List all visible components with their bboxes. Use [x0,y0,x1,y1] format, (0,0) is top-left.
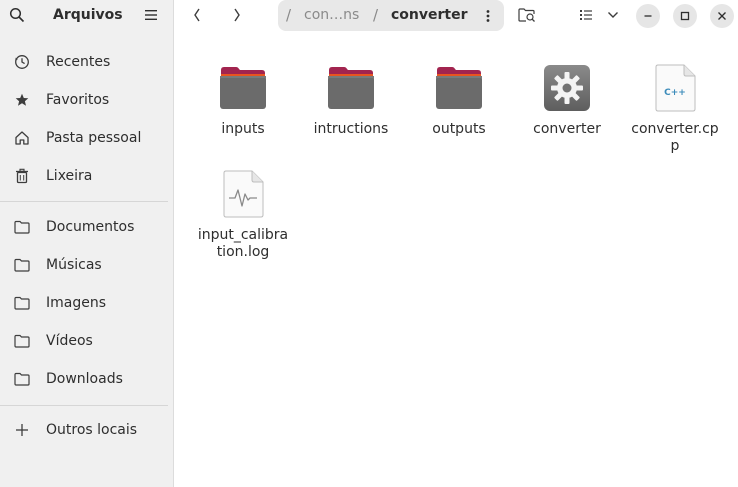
home-icon [14,130,30,146]
file-item-executable[interactable]: converter [519,62,615,138]
path-root-separator: / [286,6,292,24]
file-item-folder[interactable]: outputs [411,62,507,138]
sidebar-item-pasta-pessoal[interactable]: Pasta pessoal [6,121,168,155]
view-options-button[interactable] [604,3,622,27]
app-title: Arquivos [53,7,123,23]
clock-icon [14,54,30,70]
folder-icon [14,371,30,387]
list-view-button[interactable] [576,3,596,27]
sidebar-item-documentos[interactable]: Documentos [6,210,168,244]
chevron-right-icon [234,8,240,22]
maximize-icon [680,11,690,21]
sidebar-item-label: Documentos [46,219,135,235]
back-button[interactable] [186,3,208,27]
file-view: inputs intructions outputs converter C++… [174,32,738,487]
sidebar-item-favoritos[interactable]: Favoritos [6,83,168,117]
star-icon [14,92,30,108]
search-button[interactable] [6,4,28,26]
sidebar-item-label: Downloads [46,371,123,387]
maximize-button[interactable] [673,4,697,28]
sidebar-divider [0,201,168,202]
hamburger-icon [145,10,157,20]
minimize-icon [644,15,652,17]
file-name: converter.cpp [631,121,719,154]
forward-button[interactable] [226,3,248,27]
sidebar: Arquivos Recentes Favoritos Pasta pessoa… [0,0,174,487]
sidebar-item-label: Lixeira [46,168,93,184]
sidebar-item-videos[interactable]: Vídeos [6,324,168,358]
path-segment-parent[interactable]: con…ns [304,7,359,23]
close-icon [718,12,726,20]
file-name: converter [533,121,601,137]
file-item-cpp-source[interactable]: C++ converter.cpp [627,62,723,155]
folder-icon [14,333,30,349]
log-file-icon [217,168,269,220]
folder-icon [14,219,30,235]
sidebar-divider [0,405,168,406]
sidebar-item-label: Recentes [46,54,111,70]
sidebar-item-label: Imagens [46,295,107,311]
file-item-folder[interactable]: intructions [303,62,399,138]
file-name: intructions [313,121,389,137]
folder-icon [14,257,30,273]
sidebar-item-downloads[interactable]: Downloads [6,362,168,396]
file-name: outputs [432,121,486,137]
gear-icon [541,62,593,114]
file-item-log[interactable]: input_calibration.log [195,168,291,261]
sidebar-item-label: Outros locais [46,422,138,438]
sidebar-header: Arquivos [0,0,174,32]
folder-icon [217,62,269,114]
path-segment-current[interactable]: converter [391,7,468,23]
path-menu-button[interactable] [478,4,498,28]
sidebar-item-musicas[interactable]: Músicas [6,248,168,282]
sidebar-item-recentes[interactable]: Recentes [6,45,168,79]
folder-icon [433,62,485,114]
sidebar-item-outros-locais[interactable]: Outros locais [6,413,168,447]
cpp-file-icon: C++ [649,62,701,114]
minimize-button[interactable] [636,4,660,28]
vertical-dots-icon [486,10,490,22]
close-button[interactable] [710,4,734,28]
path-bar: / con…ns / converter [278,0,504,31]
sidebar-item-label: Músicas [46,257,102,273]
header-bar: / con…ns / converter [174,0,738,32]
sidebar-item-lixeira[interactable]: Lixeira [6,159,168,193]
file-item-folder[interactable]: inputs [195,62,291,138]
list-view-icon [580,10,592,20]
folder-icon [325,62,377,114]
search-folder-button[interactable] [516,3,538,27]
folder-icon [14,295,30,311]
sidebar-item-imagens[interactable]: Imagens [6,286,168,320]
sidebar-item-label: Pasta pessoal [46,130,142,146]
search-icon [9,7,25,23]
file-name: inputs [221,121,265,137]
sidebar-item-label: Vídeos [46,333,93,349]
sidebar-item-label: Favoritos [46,92,110,108]
chevron-down-icon [608,12,618,18]
file-name: input_calibration.log [197,227,289,260]
plus-icon [14,422,30,438]
main-menu-button[interactable] [140,4,162,26]
cpp-badge: C++ [664,88,686,98]
chevron-left-icon [194,8,200,22]
search-folder-icon [518,8,535,22]
trash-icon [14,168,30,184]
path-separator: / [373,6,379,24]
